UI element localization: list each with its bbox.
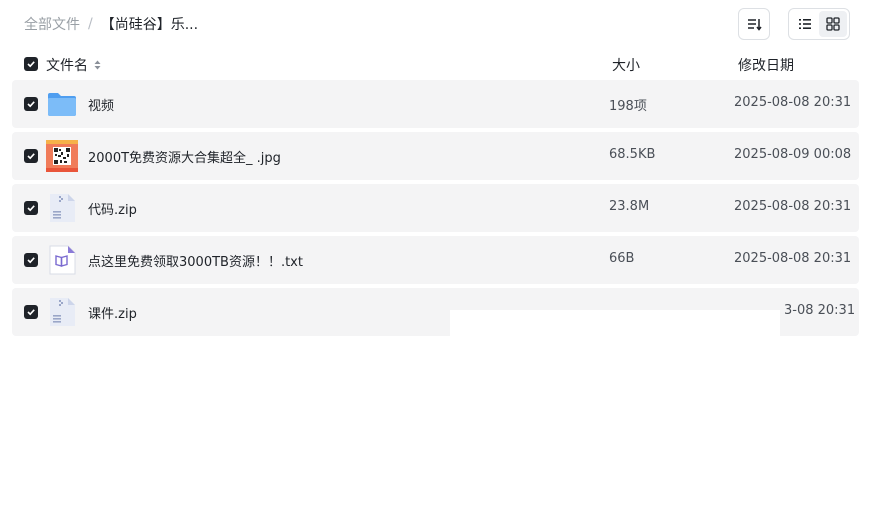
blank-overlay [450,310,780,420]
file-name[interactable]: 点这里免费领取3000TB资源！！.txt [88,251,303,270]
image-thumbnail-icon [46,140,78,172]
file-size: 66B [609,251,635,266]
row-checkbox[interactable] [24,97,38,111]
list-view-icon [799,19,811,29]
file-size: 198项 [609,99,647,114]
checkmark-icon [27,257,35,264]
file-size: 68.5KB [609,147,656,162]
file-row[interactable]: 点这里免费领取3000TB资源！！.txt 66B 2025-08-08 20:… [12,236,859,284]
breadcrumb-root-link[interactable]: 全部文件 [24,14,80,34]
file-date: 2025-08-08 20:31 [734,95,852,110]
breadcrumb-current: 【尚硅谷】乐... [100,17,199,33]
file-date: 2025-08-09 00:08 [734,147,852,162]
text-file-icon [49,245,76,275]
column-header-name[interactable]: 文件名 [46,55,101,75]
file-date: 3-08 20:31 [784,303,856,318]
view-mode-toggle [788,8,850,40]
file-row[interactable]: 视频 198项 2025-08-08 20:31 [12,80,859,128]
file-row[interactable]: 2000T免费资源大合集超全_ .jpg 68.5KB 2025-08-09 0… [12,132,859,180]
breadcrumb-separator: / [88,16,93,32]
column-header-size[interactable]: 大小 [612,55,640,75]
file-name[interactable]: 代码.zip [88,199,137,218]
checkmark-icon [27,153,35,160]
column-header-name-label: 文件名 [46,58,88,74]
sort-indicator-icon [94,60,101,70]
file-name[interactable]: 课件.zip [88,303,137,322]
view-toolbar [738,8,850,40]
checkmark-icon [27,101,35,108]
file-date: 2025-08-08 20:31 [734,251,852,266]
select-all-checkbox[interactable] [24,57,38,71]
file-row[interactable]: 代码.zip 23.8M 2025-08-08 20:31 [12,184,859,232]
checkmark-icon [27,309,35,316]
zip-file-icon [50,194,75,222]
grid-view-icon [826,17,840,31]
checkmark-icon [27,205,35,212]
row-checkbox[interactable] [24,305,38,319]
row-checkbox[interactable] [24,201,38,215]
sort-button[interactable] [738,8,770,40]
sort-icon [748,19,762,31]
column-header-date[interactable]: 修改日期 [738,55,794,75]
row-checkbox[interactable] [24,253,38,267]
file-list-header: 文件名 大小 修改日期 [12,52,859,76]
folder-icon [48,93,76,116]
breadcrumb: 全部文件 / 【尚硅谷】乐... [24,14,198,34]
checkmark-icon [27,61,35,68]
row-checkbox[interactable] [24,149,38,163]
file-name[interactable]: 视频 [88,95,114,114]
file-name[interactable]: 2000T免费资源大合集超全_ .jpg [88,147,281,166]
grid-view-button[interactable] [819,11,847,37]
file-date: 2025-08-08 20:31 [734,199,852,214]
zip-file-icon [50,298,75,326]
file-size: 23.8M [609,199,650,214]
list-view-button[interactable] [791,11,819,37]
